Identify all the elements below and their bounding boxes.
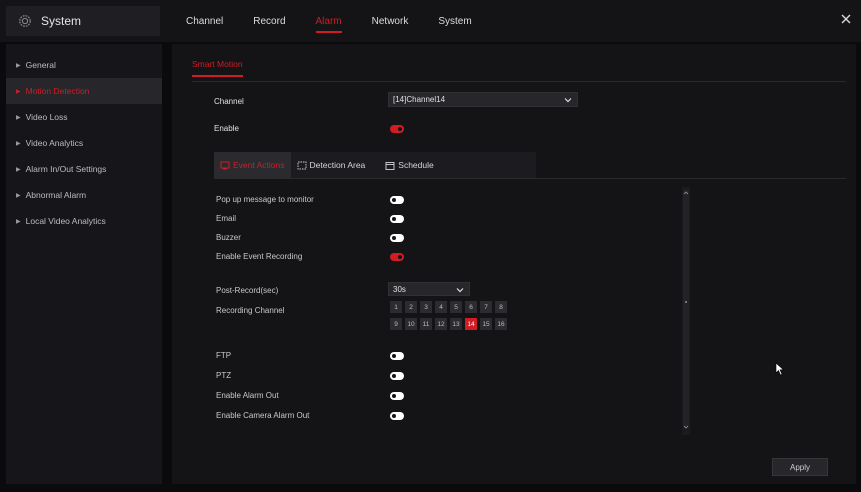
enable-alarm-out-toggle[interactable] [390, 392, 404, 400]
sidebar: ▶ General ▶ Motion Detection ▶ Video Loss ▶ Vid… [6, 44, 162, 484]
recording-channel-3[interactable]: 3 [420, 301, 432, 313]
recording-channel-5[interactable]: 5 [450, 301, 462, 313]
tab-event-actions[interactable]: Event Actions [214, 152, 291, 178]
sidebar-item-local-video-analytics[interactable]: ▶ Local Video Analytics [6, 208, 162, 234]
sidebar-item-abnormal-alarm[interactable]: ▶ Abnormal Alarm [6, 182, 162, 208]
recording-channel-11[interactable]: 11 [420, 318, 432, 330]
calendar-icon [385, 161, 398, 170]
sidebar-item-label: Alarm In/Out Settings [25, 164, 107, 174]
triangle-right-icon: ▶ [16, 192, 21, 199]
scrollbar-thumb[interactable] [683, 190, 689, 426]
recording-channel-7[interactable]: 7 [480, 301, 492, 313]
mouse-cursor-icon [775, 362, 785, 376]
recording-channel-13[interactable]: 13 [450, 318, 462, 330]
triangle-right-icon: ▶ [16, 114, 21, 121]
recording-channel-9[interactable]: 9 [390, 318, 402, 330]
top-bar: System Channel Record Alarm Network System [0, 0, 861, 42]
divider [214, 178, 846, 179]
recording-channel-1[interactable]: 1 [390, 301, 402, 313]
top-tabs: Channel Record Alarm Network System [186, 0, 502, 42]
sidebar-item-label: Video Analytics [25, 138, 84, 148]
gear-icon [19, 15, 31, 27]
recording-channel-10[interactable]: 10 [405, 318, 417, 330]
triangle-right-icon: ▶ [16, 140, 21, 147]
channel-select[interactable]: [14]Channel14 [388, 92, 578, 107]
enable-event-recording-label: Enable Event Recording [216, 252, 303, 261]
sidebar-item-label: Local Video Analytics [25, 216, 106, 226]
email-label: Email [216, 214, 237, 223]
recording-channel-12[interactable]: 12 [435, 318, 447, 330]
sidebar-item-video-loss[interactable]: ▶ Video Loss [6, 104, 162, 130]
apply-button[interactable]: Apply [772, 458, 828, 476]
recording-channel-4[interactable]: 4 [435, 301, 447, 313]
buzzer-toggle[interactable] [390, 234, 404, 242]
tab-channel[interactable]: Channel [186, 16, 223, 27]
chevron-down-icon [564, 98, 572, 103]
sidebar-item-label: Abnormal Alarm [25, 190, 87, 200]
channel-select-value: [14]Channel14 [393, 95, 446, 104]
scrollbar-grip [685, 301, 687, 303]
recording-channel-8[interactable]: 8 [495, 301, 507, 313]
detection-area-icon [297, 161, 310, 170]
post-record-value: 30s [393, 284, 406, 294]
triangle-right-icon: ▶ [16, 166, 21, 173]
divider [192, 81, 846, 82]
sidebar-item-video-analytics[interactable]: ▶ Video Analytics [6, 130, 162, 156]
tab-detection-area[interactable]: Detection Area [291, 152, 372, 178]
sidebar-item-label: Motion Detection [25, 86, 90, 96]
tab-network[interactable]: Network [372, 16, 409, 27]
enable-camera-alarm-out-label: Enable Camera Alarm Out [216, 411, 310, 420]
tab-label: Event Actions [233, 160, 285, 170]
email-toggle[interactable] [390, 215, 404, 223]
sidebar-item-label: Video Loss [25, 112, 68, 122]
triangle-right-icon: ▶ [16, 62, 21, 69]
sidebar-item-motion-detection[interactable]: ▶ Motion Detection [6, 78, 162, 104]
enable-label: Enable [214, 124, 239, 133]
tab-label: Schedule [398, 160, 434, 170]
sidebar-item-label: General [25, 60, 56, 70]
ftp-toggle[interactable] [390, 352, 404, 360]
buzzer-label: Buzzer [216, 233, 241, 242]
post-record-select[interactable]: 30s [388, 282, 470, 296]
sidebar-item-alarm-in-out-settings[interactable]: ▶ Alarm In/Out Settings [6, 156, 162, 182]
recording-channel-label: Recording Channel [216, 306, 285, 315]
pop-up-message-to-monitor-label: Pop up message to monitor [216, 195, 314, 204]
pop-up-message-to-monitor-toggle[interactable] [390, 196, 404, 204]
recording-channel-16[interactable]: 16 [495, 318, 507, 330]
enable-alarm-out-label: Enable Alarm Out [216, 391, 279, 400]
tab-alarm[interactable]: Alarm [315, 16, 342, 33]
recording-channel-15[interactable]: 15 [480, 318, 492, 330]
close-icon[interactable] [839, 12, 853, 26]
sidebar-item-general[interactable]: ▶ General [6, 52, 162, 78]
enable-event-recording-toggle[interactable] [390, 253, 404, 261]
enable-camera-alarm-out-toggle[interactable] [390, 412, 404, 420]
triangle-right-icon: ▶ [16, 88, 21, 95]
ptz-toggle[interactable] [390, 372, 404, 380]
chevron-down-icon [456, 288, 464, 293]
tab-label: Detection Area [309, 160, 366, 170]
chevron-up-icon[interactable] [683, 190, 689, 196]
ftp-label: FTP [216, 351, 232, 360]
recording-channel-6[interactable]: 6 [465, 301, 477, 313]
tab-record[interactable]: Record [253, 16, 285, 27]
post-record-label: Post-Record(sec) [216, 286, 279, 295]
recording-channel-2[interactable]: 2 [405, 301, 417, 313]
tab-schedule[interactable]: Schedule [379, 152, 439, 178]
channel-label: Channel [214, 97, 244, 106]
app-title: System [41, 14, 82, 28]
ptz-label: PTZ [216, 371, 232, 380]
tab-smart-motion[interactable]: Smart Motion [192, 59, 243, 77]
recording-channel-14[interactable]: 14 [465, 318, 477, 330]
enable-toggle[interactable] [390, 125, 404, 133]
tab-system[interactable]: System [438, 16, 471, 27]
triangle-right-icon: ▶ [16, 218, 21, 225]
app-title-box: System [6, 6, 160, 36]
main-panel: Smart Motion Channel [14]Channel14 Enabl… [172, 44, 856, 484]
chevron-down-icon[interactable] [683, 424, 689, 430]
event-actions-icon [220, 161, 233, 170]
inner-tabs: Event Actions Detection Area Schedule [214, 152, 536, 178]
